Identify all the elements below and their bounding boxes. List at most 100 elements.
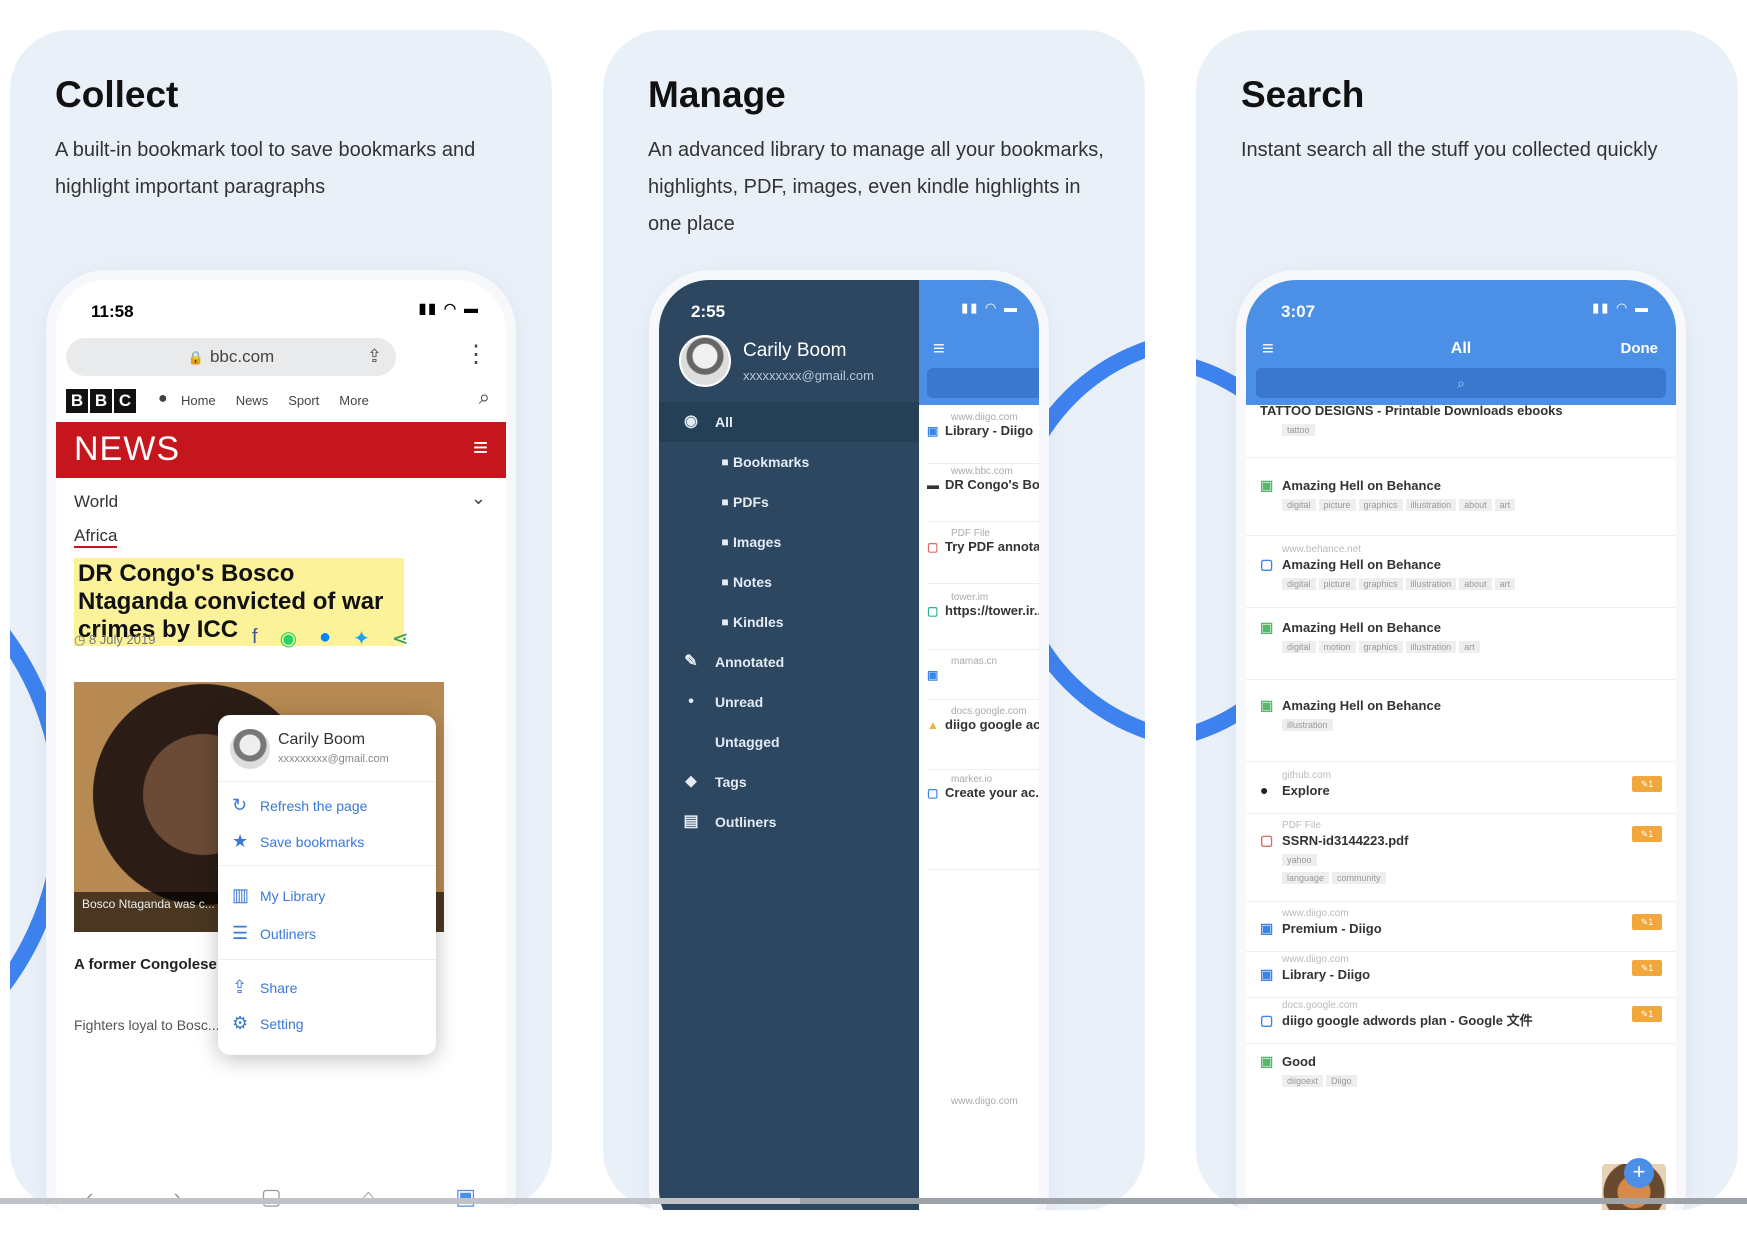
annotation-badge: ✎1 — [1632, 776, 1662, 792]
list-item[interactable]: www.behance.net ▢ Amazing Hell on Behance d… — [1246, 544, 1676, 608]
nav-home[interactable]: Home — [181, 393, 216, 408]
library-icon: ▥ — [232, 885, 250, 905]
menu-images[interactable]: ■ Images — [659, 522, 919, 562]
list-item[interactable]: www.bbc.com▬DR Congo's Bo... crimes by I… — [927, 466, 1039, 522]
menu-icon[interactable]: ≡ — [473, 432, 488, 463]
facebook-icon[interactable]: f — [252, 626, 258, 651]
diigo-icon: ▣ — [1260, 920, 1274, 936]
more-icon[interactable]: ⋮ — [464, 340, 488, 370]
list-item[interactable]: ▣ Good diigoext Diigo — [1246, 1048, 1676, 1108]
list-item[interactable]: PDF File▢Try PDF annota... Annotation — [927, 528, 1039, 584]
menu-all[interactable]: ◉ All — [659, 402, 919, 442]
outliner-icon: ☰ — [232, 923, 249, 943]
chevron-down-icon[interactable]: ⌄ — [471, 488, 486, 509]
pdf-icon: ▢ — [927, 540, 939, 554]
nav-sport[interactable]: Sport — [288, 393, 319, 408]
panel-description: An advanced library to manage all your b… — [648, 139, 1104, 235]
list-item[interactable]: www.diigo.com ▣ Library - Diigo — [927, 412, 1039, 464]
tag-icon: ⬥ — [685, 773, 697, 790]
refresh-page-item[interactable]: ↻ Refresh the page — [232, 795, 367, 816]
section-label[interactable]: World — [74, 492, 118, 512]
menu-notes[interactable]: ■ Notes — [659, 562, 919, 602]
list-item[interactable]: www.diigo.com ▣ Library - Diigo ✎1 — [1246, 954, 1676, 998]
bookmark-icon: ■ — [721, 455, 729, 469]
list-item[interactable]: tower.im▢https://tower.ir... aa9452e80fa… — [927, 592, 1039, 650]
nav-news[interactable]: News — [236, 393, 269, 408]
setting-item[interactable]: ⚙ Setting — [232, 1013, 304, 1034]
menu-tags[interactable]: ⬥ Tags — [659, 762, 919, 802]
menu-bookmarks[interactable]: ■ Bookmarks — [659, 442, 919, 482]
divider — [218, 959, 436, 960]
share-item[interactable]: ⇪ Share — [232, 977, 297, 998]
tabs-icon[interactable]: ▢ — [261, 1184, 282, 1210]
bbc-nav: Home News Sport More — [181, 393, 369, 408]
avatar[interactable] — [679, 335, 731, 387]
star-icon: ★ — [232, 831, 249, 851]
list-item[interactable]: TATTOO DESIGNS - Printable Downloads ebo… — [1246, 403, 1676, 458]
share-icon[interactable]: ⇪ — [367, 344, 382, 368]
avatar — [230, 729, 270, 769]
annotation-badge: ✎1 — [1632, 826, 1662, 842]
menu-untagged[interactable]: Untagged — [659, 722, 919, 762]
list-item[interactable]: mamas.cn ▣ — [927, 656, 1039, 700]
news-banner: NEWS ≡ — [56, 422, 506, 478]
header-title: All — [1450, 340, 1472, 357]
menu-unread[interactable]: • Unread — [659, 682, 919, 722]
list-item[interactable]: docs.google.com ▢ diigo google adwords pla… — [1246, 1000, 1676, 1044]
scrollbar[interactable] — [800, 1198, 1747, 1204]
save-bookmarks-item[interactable]: ★ Save bookmarks — [232, 831, 364, 852]
menu-annotated[interactable]: ✎ Annotated — [659, 642, 919, 682]
list-item[interactable]: docs.google.com▲diigo google ac... — [927, 706, 1039, 770]
add-button[interactable]: + — [1624, 1158, 1654, 1188]
pdf-icon: ■ — [721, 495, 729, 509]
user-icon[interactable]: ● — [158, 390, 168, 408]
search-panel: Search Instant search all the stuff you … — [1196, 30, 1738, 1210]
nav-more[interactable]: More — [339, 393, 369, 408]
phone-manage: 2:55 Carily Boom xxxxxxxxx@gmail.com ◉ Al… — [659, 280, 1039, 1210]
refresh-icon: ↻ — [232, 795, 248, 815]
list-item[interactable]: ▣ Amazing Hell on Behance digital picture gr… — [1246, 466, 1676, 536]
done-button[interactable]: Done — [1621, 340, 1659, 357]
manage-panel: Manage An advanced library to manage all… — [603, 30, 1145, 1210]
doc-icon: ▣ — [927, 668, 939, 682]
menu-pdfs[interactable]: ■ PDFs — [659, 482, 919, 522]
list-item[interactable]: www.diigo.com ▣ Premium - Diigo ✎1 — [1246, 908, 1676, 952]
list-item[interactable]: PDF File ▢ SSRN-id3144223.pdf yahoo language… — [1246, 820, 1676, 902]
list-item[interactable]: ▣ Amazing Hell on Behance digital motion gra… — [1246, 610, 1676, 680]
diigo-icon: ▣ — [1260, 966, 1274, 982]
menu-outliners[interactable]: ▤ Outliners — [659, 802, 919, 842]
subsection-label[interactable]: Africa — [74, 526, 118, 548]
share-icon: ⇪ — [232, 977, 248, 997]
search-input[interactable]: ⌕ — [1256, 368, 1666, 398]
url-bar[interactable]: 🔒 bbc.com ⇪ — [66, 338, 396, 376]
list-item[interactable]: marker.io ▢ Create your ac... — [927, 774, 1039, 870]
signal-icon: ▮▮ ◠ ▬ — [1592, 300, 1650, 315]
twitter-icon[interactable]: ✦ — [353, 626, 370, 651]
user-name: Carily Boom — [278, 731, 366, 748]
image-icon: ■ — [721, 535, 729, 549]
page-icon: ▢ — [1260, 1012, 1274, 1028]
whatsapp-icon[interactable]: ◉ — [280, 626, 297, 651]
lock-icon: 🔒 — [187, 350, 204, 365]
panel-title: Manage — [648, 74, 786, 115]
share-icon[interactable]: ⋖ — [392, 626, 409, 651]
home-icon[interactable]: ⌂ — [362, 1184, 375, 1210]
list-item[interactable]: github.com ● Explore ✎1 — [1246, 770, 1676, 814]
messenger-icon[interactable]: ● — [319, 626, 331, 651]
outliners-item[interactable]: ☰ Outliners — [232, 923, 316, 944]
menu-icon[interactable]: ≡ — [933, 338, 945, 361]
user-email: xxxxxxxxx@gmail.com — [743, 368, 874, 383]
user-name: Carily Boom — [743, 340, 847, 361]
panel-title: Collect — [55, 74, 179, 115]
search-icon[interactable]: ⌕ — [479, 387, 490, 410]
my-library-item[interactable]: ▥ My Library — [232, 885, 325, 906]
back-icon[interactable]: ‹ — [86, 1184, 93, 1210]
menu-kindles[interactable]: ■ Kindles — [659, 602, 919, 642]
diigo-icon[interactable]: ▣ — [455, 1184, 476, 1210]
list-item[interactable]: ▣ Amazing Hell on Behance illustration — [1246, 686, 1676, 762]
google-drive-icon: ▲ — [927, 718, 939, 732]
search-input[interactable] — [927, 368, 1039, 398]
signal-icon: ▮▮ ◠ ▬ — [418, 300, 480, 316]
list-item[interactable]: www.diigo.com — [927, 1096, 1039, 1126]
forward-icon[interactable]: › — [173, 1184, 180, 1210]
